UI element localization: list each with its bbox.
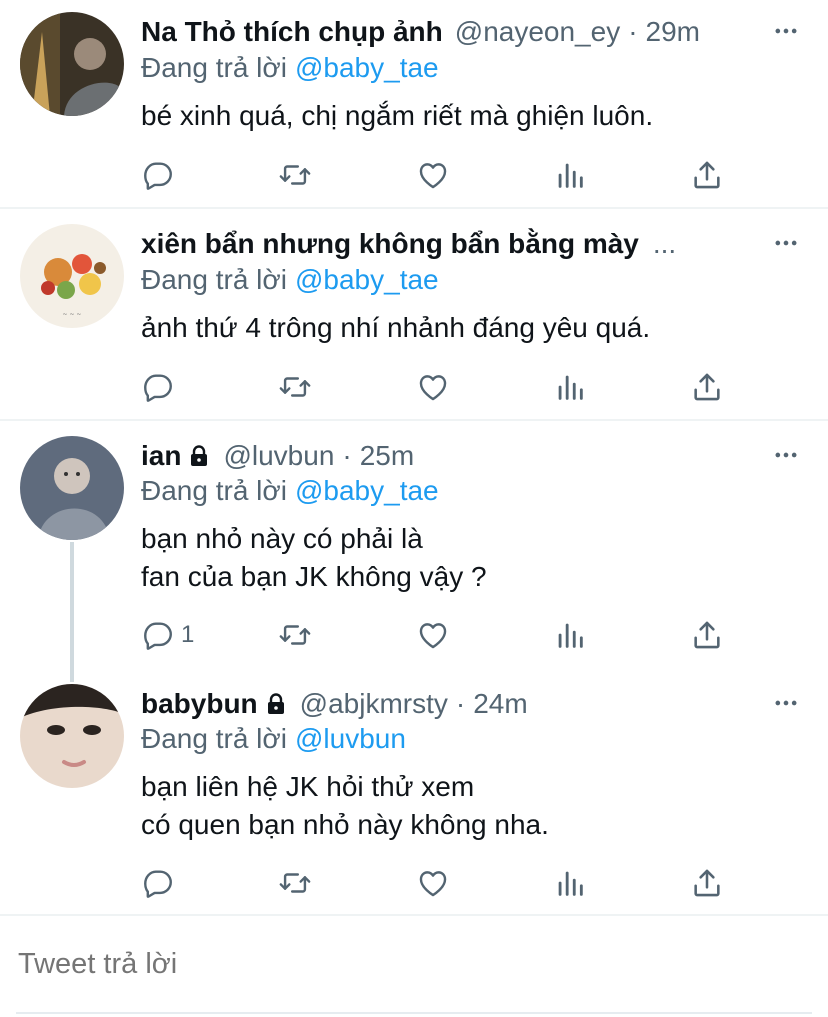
retweet-icon bbox=[278, 866, 312, 900]
action-bar bbox=[141, 863, 741, 903]
separator-dot: · bbox=[342, 440, 352, 471]
mention-link[interactable]: @luvbun bbox=[295, 723, 406, 754]
action-bar: 1 bbox=[141, 615, 741, 655]
like-button[interactable] bbox=[416, 155, 450, 195]
mention-link[interactable]: @baby_tae bbox=[295, 264, 439, 295]
retweet-icon bbox=[278, 158, 312, 192]
reply-composer bbox=[0, 918, 828, 1017]
like-icon bbox=[416, 618, 450, 652]
replying-label: Đang trả lời bbox=[141, 723, 287, 754]
reply-button[interactable] bbox=[141, 367, 181, 407]
analytics-icon bbox=[553, 618, 587, 652]
timestamp[interactable]: 24m bbox=[473, 688, 527, 720]
share-button[interactable] bbox=[690, 615, 724, 655]
divider bbox=[0, 914, 828, 916]
analytics-icon bbox=[553, 866, 587, 900]
like-button[interactable] bbox=[416, 863, 450, 903]
more-icon[interactable] bbox=[772, 17, 800, 45]
reply-icon bbox=[141, 158, 175, 192]
retweet-icon bbox=[278, 370, 312, 404]
divider bbox=[0, 207, 828, 209]
analytics-button[interactable] bbox=[553, 615, 587, 655]
reply-count: 1 bbox=[181, 621, 195, 648]
reply-icon bbox=[141, 618, 175, 652]
action-bar bbox=[141, 367, 741, 407]
share-button[interactable] bbox=[690, 155, 724, 195]
display-name[interactable]: babybun bbox=[141, 688, 258, 720]
reply-button[interactable]: 1 bbox=[141, 615, 194, 655]
tweet-text: bé xinh quá, chị ngắm riết mà ghiện luôn… bbox=[141, 100, 654, 131]
reply-icon bbox=[141, 866, 175, 900]
reply-icon bbox=[141, 370, 175, 404]
avatar[interactable] bbox=[20, 436, 124, 540]
svg-text:~ ~ ~: ~ ~ ~ bbox=[63, 311, 82, 318]
reply-underline bbox=[16, 1012, 812, 1014]
analytics-button[interactable] bbox=[553, 155, 587, 195]
display-name[interactable]: xiên bẩn nhưng không bẩn bằng mày bbox=[141, 228, 639, 260]
handle[interactable]: @luvbun bbox=[223, 440, 334, 472]
reply-button[interactable] bbox=[141, 155, 181, 195]
retweet-button[interactable] bbox=[278, 155, 312, 195]
more-icon[interactable] bbox=[772, 229, 800, 257]
avatar[interactable] bbox=[20, 12, 124, 116]
replying-label: Đang trả lời bbox=[141, 52, 287, 83]
tweet-text: bạn liên hệ JK hỏi thử xem có quen bạn n… bbox=[141, 771, 549, 840]
like-button[interactable] bbox=[416, 615, 450, 655]
share-icon bbox=[690, 866, 724, 900]
more-icon[interactable] bbox=[772, 689, 800, 717]
replying-label: Đang trả lời bbox=[141, 264, 287, 295]
tweet-text: ảnh thứ 4 trông nhí nhảnh đáng yêu quá. bbox=[141, 312, 651, 343]
avatar[interactable] bbox=[20, 684, 124, 788]
share-button[interactable] bbox=[690, 863, 724, 903]
mention-link[interactable]: @baby_tae bbox=[295, 475, 439, 506]
share-button[interactable] bbox=[690, 367, 724, 407]
replying-to: Đang trả lời @baby_tae bbox=[141, 475, 439, 507]
divider bbox=[0, 419, 828, 421]
share-icon bbox=[690, 158, 724, 192]
replying-to: Đang trả lời @baby_tae bbox=[141, 52, 439, 84]
like-icon bbox=[416, 370, 450, 404]
like-icon bbox=[416, 158, 450, 192]
thread-connector bbox=[70, 542, 74, 682]
like-icon bbox=[416, 866, 450, 900]
handle[interactable]: @nayeon_ey bbox=[455, 16, 620, 48]
display-name[interactable]: ian bbox=[141, 440, 181, 472]
reply-input[interactable] bbox=[18, 948, 798, 981]
tweet-text: bạn nhỏ này có phải là fan của bạn JK kh… bbox=[141, 523, 487, 592]
like-button[interactable] bbox=[416, 367, 450, 407]
retweet-button[interactable] bbox=[278, 615, 312, 655]
replying-to: Đang trả lời @luvbun bbox=[141, 723, 406, 755]
avatar[interactable]: ~ ~ ~ bbox=[20, 224, 124, 328]
retweet-button[interactable] bbox=[278, 863, 312, 903]
timestamp[interactable]: 29m bbox=[646, 16, 700, 48]
name-truncation: ... bbox=[652, 228, 677, 259]
lock-icon bbox=[187, 444, 211, 468]
mention-link[interactable]: @baby_tae bbox=[295, 52, 439, 83]
analytics-button[interactable] bbox=[553, 863, 587, 903]
reply-button[interactable] bbox=[141, 863, 181, 903]
analytics-icon bbox=[553, 370, 587, 404]
lock-icon bbox=[264, 692, 288, 716]
share-icon bbox=[690, 370, 724, 404]
replying-to: Đang trả lời @baby_tae bbox=[141, 264, 439, 296]
display-name[interactable]: Na Thỏ thích chụp ảnh bbox=[141, 16, 443, 48]
handle[interactable]: @abjkmrsty bbox=[300, 688, 448, 720]
separator-dot: · bbox=[628, 16, 638, 47]
timestamp[interactable]: 25m bbox=[360, 440, 414, 472]
separator-dot: · bbox=[455, 688, 466, 719]
analytics-button[interactable] bbox=[553, 367, 587, 407]
analytics-icon bbox=[553, 158, 587, 192]
retweet-button[interactable] bbox=[278, 367, 312, 407]
replying-label: Đang trả lời bbox=[141, 475, 287, 506]
retweet-icon bbox=[278, 618, 312, 652]
action-bar bbox=[141, 155, 741, 195]
share-icon bbox=[690, 618, 724, 652]
more-icon[interactable] bbox=[772, 441, 800, 469]
